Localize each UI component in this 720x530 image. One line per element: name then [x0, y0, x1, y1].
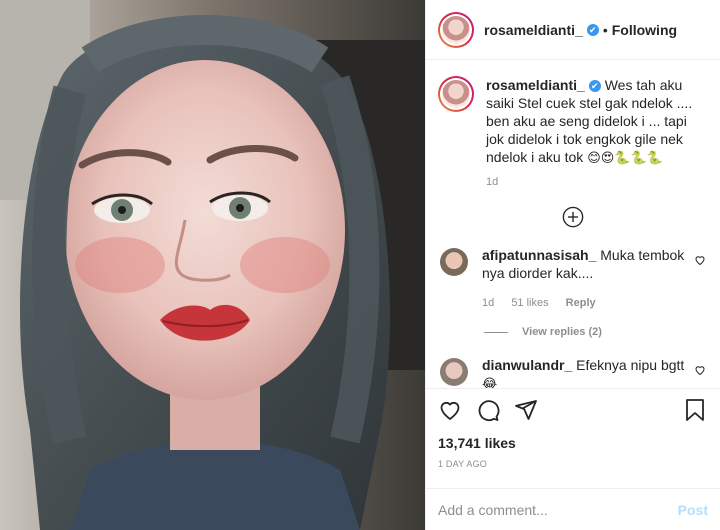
comment-time[interactable]: 1d — [482, 297, 494, 309]
view-replies-button[interactable]: View replies (2) — [484, 326, 708, 338]
selfie-image — [0, 0, 425, 530]
post-comment-button[interactable]: Post — [678, 502, 708, 518]
comment-item: dianwulandr_ Efeknya nipu bgtt 😂 — [438, 356, 708, 388]
comment-heart-icon[interactable] — [694, 364, 706, 376]
author-avatar[interactable] — [438, 11, 474, 48]
post-timestamp[interactable]: 1 DAY AGO — [438, 459, 708, 469]
comment-icon[interactable] — [476, 398, 500, 422]
comment-text: Efeknya nipu bgtt — [576, 357, 685, 373]
comment-emoji: 😂 — [482, 377, 498, 388]
post-actions: 13,741 likes 1 DAY AGO — [426, 388, 720, 488]
commenter-username[interactable]: afipatunnasisah_ — [482, 247, 596, 263]
caption-avatar[interactable] — [438, 76, 474, 112]
action-icons-row — [438, 395, 708, 425]
heart-icon[interactable] — [438, 398, 462, 422]
load-more-comments-button[interactable] — [438, 206, 708, 228]
post-side-panel: rosameldianti_ ✔ • Following rosameldian… — [425, 0, 720, 530]
comments-scroll-area[interactable]: rosameldianti_ ✔ Wes tah aku saiki Stel c… — [426, 60, 720, 388]
author-username[interactable]: rosameldianti_ — [484, 22, 583, 38]
caption-emojis: 😊😍🐍🐍🐍 — [587, 151, 663, 166]
caption-text-block: rosameldianti_ ✔ Wes tah aku saiki Stel c… — [486, 76, 701, 168]
post-caption: rosameldianti_ ✔ Wes tah aku saiki Stel c… — [438, 76, 708, 188]
replies-divider — [484, 331, 508, 333]
reply-button[interactable]: Reply — [566, 297, 596, 309]
post-header: rosameldianti_ ✔ • Following — [426, 0, 720, 60]
following-button[interactable]: Following — [612, 22, 677, 38]
caption-verified-icon: ✔ — [588, 80, 601, 92]
comment-item: afipatunnasisah_ Muka tembok nya diorder… — [438, 246, 708, 312]
commenter-username[interactable]: dianwulandr_ — [482, 357, 572, 373]
likes-count[interactable]: 13,741 likes — [438, 435, 708, 451]
caption-time[interactable]: 1d — [486, 176, 701, 188]
instagram-post: rosameldianti_ ✔ • Following rosameldian… — [0, 0, 720, 530]
caption-username[interactable]: rosameldianti_ — [486, 77, 585, 93]
verified-badge-icon: ✔ — [586, 23, 599, 36]
view-replies-label: View replies (2) — [522, 326, 602, 338]
header-separator: • — [602, 21, 608, 38]
comment-heart-icon[interactable] — [694, 254, 706, 266]
bookmark-icon[interactable] — [684, 398, 706, 422]
share-icon[interactable] — [514, 398, 538, 422]
comment-input[interactable] — [438, 501, 678, 518]
post-photo[interactable] — [0, 0, 425, 530]
plus-circle-icon — [562, 206, 584, 228]
add-comment-bar: Post — [426, 488, 720, 530]
commenter-avatar[interactable] — [440, 248, 468, 276]
commenter-avatar[interactable] — [440, 358, 468, 386]
comment-likes[interactable]: 51 likes — [511, 297, 548, 309]
